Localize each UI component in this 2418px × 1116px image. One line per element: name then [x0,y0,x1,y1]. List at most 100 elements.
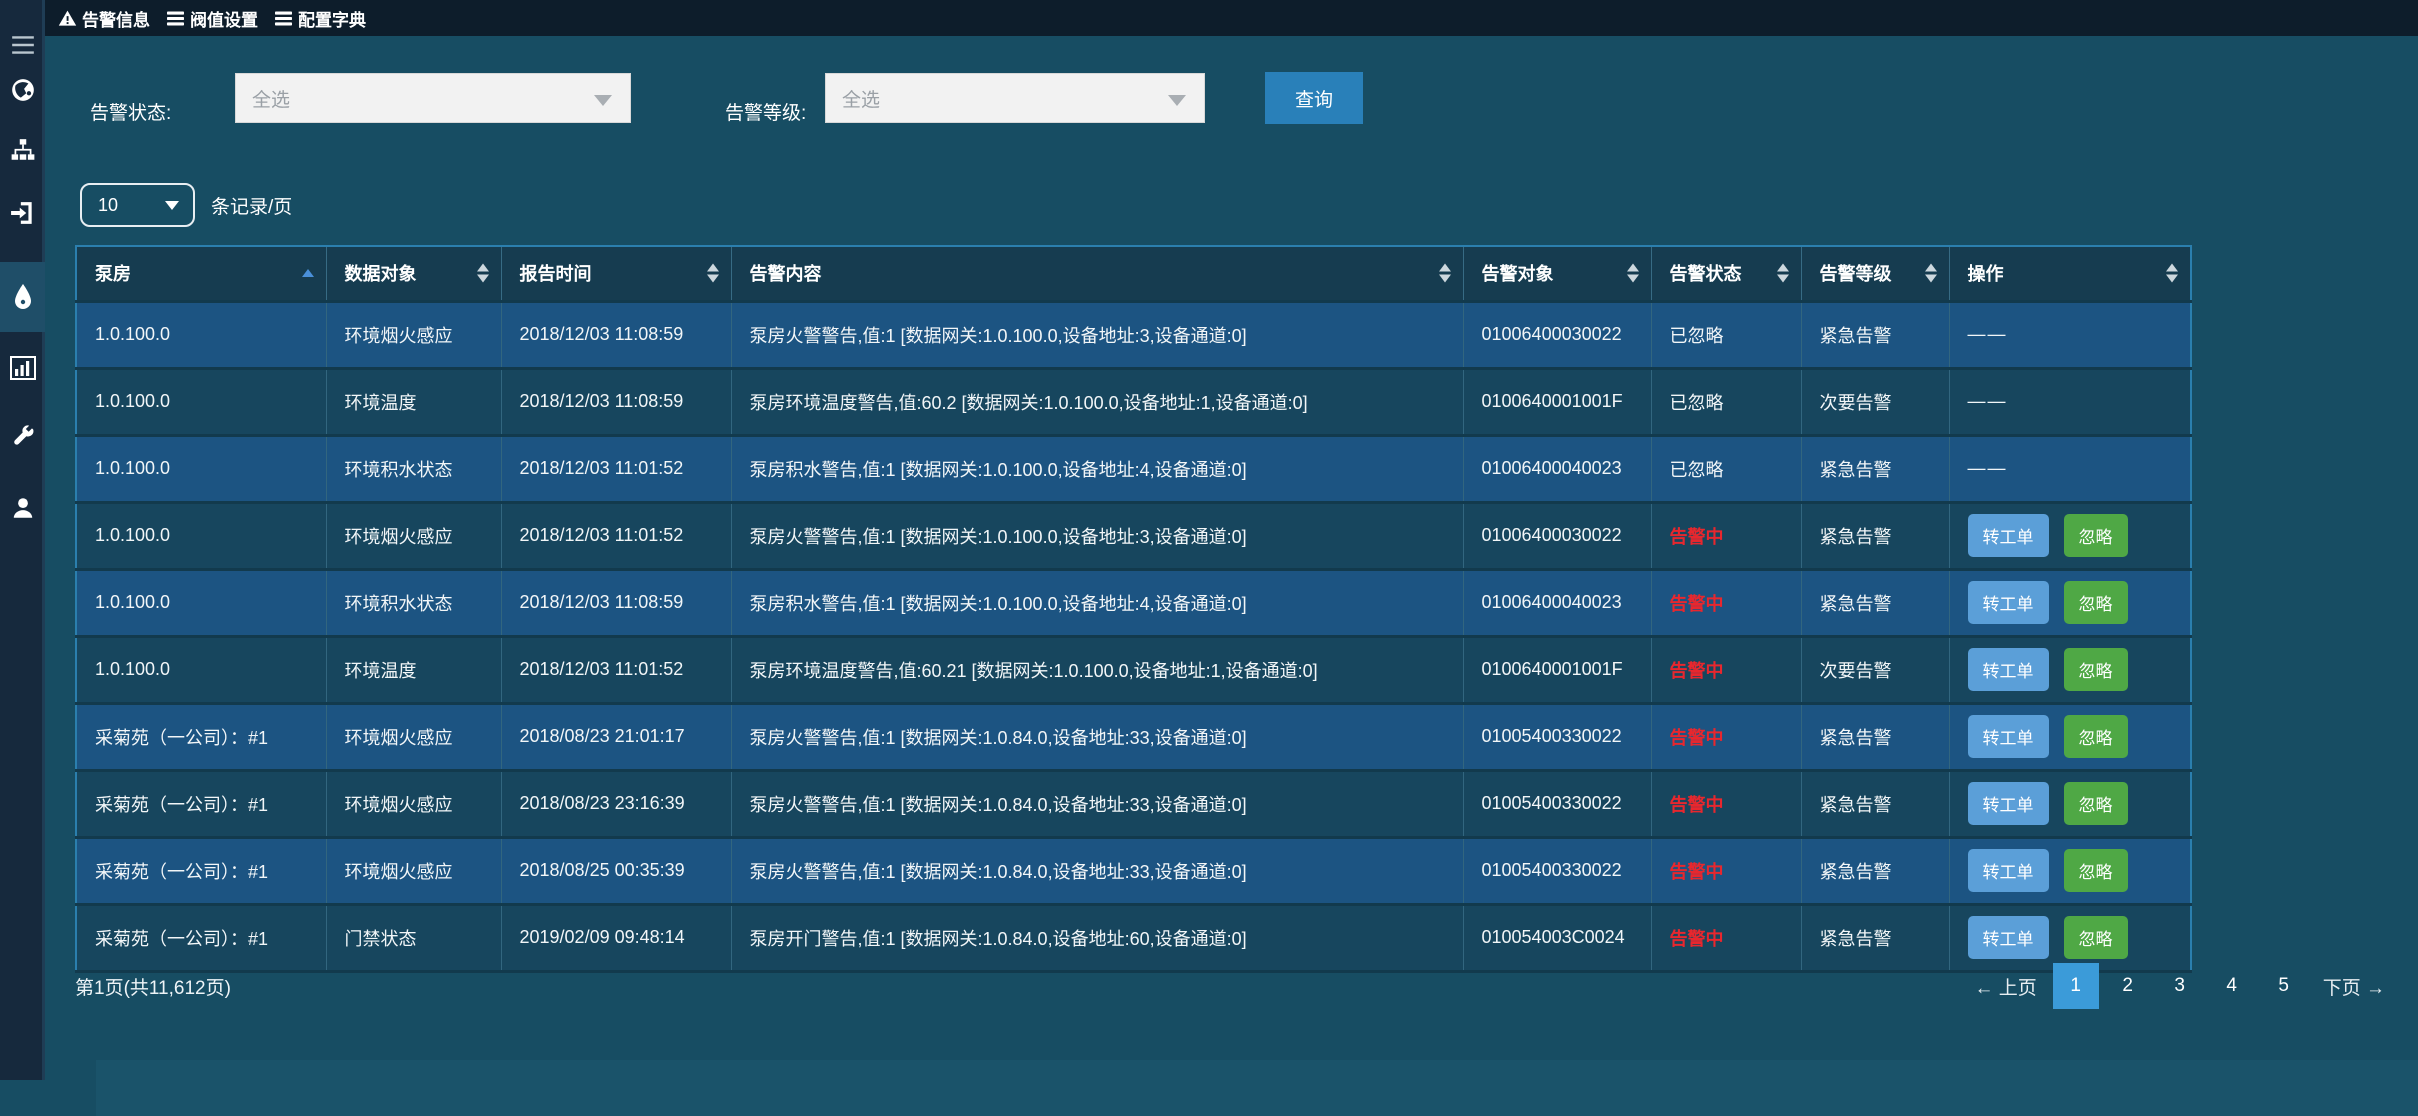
nav-threshold-settings[interactable]: 阀值设置 [166,6,258,31]
alarm-level-select[interactable]: 全选 [825,73,1205,123]
prev-page-link[interactable]: ← 上页 [1964,973,2046,1000]
table-row: 1.0.100.0 环境温度 2018/12/03 11:08:59 泵房环境温… [76,368,2191,435]
ignore-button[interactable]: 忽略 [2064,715,2128,758]
cell-pump-room: 1.0.100.0 [76,301,326,368]
ignore-button[interactable]: 忽略 [2064,916,2128,959]
wrench-icon[interactable] [0,413,45,459]
no-action-dash: —— [1968,324,2008,344]
cell-alarm-object: 01005400330022 [1463,703,1651,770]
status-badge: 告警中 [1670,728,1724,748]
water-drop-icon[interactable] [0,262,45,332]
transfer-ticket-button[interactable]: 转工单 [1968,648,2049,691]
cell-report-time: 2018/08/23 23:16:39 [501,770,731,837]
cell-alarm-status: 告警中 [1651,502,1801,569]
col-header-alarm-level[interactable]: 告警等级 [1801,246,1949,301]
menu-toggle-icon[interactable] [0,22,45,68]
cell-alarm-content: 泵房火警警告,值:1 [数据网关:1.0.100.0,设备地址:3,设备通道:0… [731,502,1463,569]
page-number-3[interactable]: 3 [2157,963,2203,1009]
transfer-ticket-button[interactable]: 转工单 [1968,514,2049,557]
page-size-select[interactable]: 10 [80,183,195,227]
table-row: 1.0.100.0 环境烟火感应 2018/12/03 11:01:52 泵房火… [76,502,2191,569]
table-row: 采菊苑（一公司）：#1 环境烟火感应 2018/08/23 23:16:39 泵… [76,770,2191,837]
status-badge: 告警中 [1670,527,1724,547]
nav-label: 阀值设置 [190,6,258,31]
ignore-button[interactable]: 忽略 [2064,782,2128,825]
nav-label: 告警信息 [82,6,150,31]
cell-data-object: 环境烟火感应 [326,770,501,837]
cell-operation: —— [1949,368,2191,435]
transfer-ticket-button[interactable]: 转工单 [1968,581,2049,624]
sort-icon [1627,264,1639,283]
col-header-operation[interactable]: 操作 [1949,246,2191,301]
cell-alarm-level: 次要告警 [1801,368,1949,435]
alarm-status-label: 告警状态: [90,86,171,136]
no-action-dash: —— [1968,458,2008,478]
cell-report-time: 2018/12/03 11:08:59 [501,569,731,636]
cell-operation: —— [1949,301,2191,368]
list-icon [166,10,185,27]
sitemap-icon[interactable] [0,127,45,173]
transfer-ticket-button[interactable]: 转工单 [1968,782,2049,825]
nav-config-dictionary[interactable]: 配置字典 [274,6,366,31]
globe-icon[interactable] [0,67,45,113]
main-content: 告警状态: 全选 告警等级: 全选 查询 10 条记录/页 泵房 数据对象 [48,36,2418,1080]
col-header-alarm-status[interactable]: 告警状态 [1651,246,1801,301]
page-number-2[interactable]: 2 [2105,963,2151,1009]
cell-data-object: 环境烟火感应 [326,837,501,904]
cell-alarm-level: 紧急告警 [1801,569,1949,636]
cell-report-time: 2018/12/03 11:01:52 [501,435,731,502]
page-number-4[interactable]: 4 [2209,963,2255,1009]
status-badge: 已忽略 [1670,326,1724,346]
status-badge: 告警中 [1670,929,1724,949]
cell-pump-room: 1.0.100.0 [76,435,326,502]
no-action-dash: —— [1968,391,2008,411]
sort-asc-icon [302,269,314,277]
sign-in-icon[interactable] [0,190,45,236]
cell-operation: 转工单 忽略 [1949,770,2191,837]
cell-report-time: 2018/12/03 11:08:59 [501,301,731,368]
nav-alarm-info[interactable]: 告警信息 [58,6,150,31]
alarm-table: 泵房 数据对象 报告时间 告警内容 告警对象 [75,245,2192,973]
col-header-report-time[interactable]: 报告时间 [501,246,731,301]
cell-pump-room: 采菊苑（一公司）：#1 [76,770,326,837]
cell-alarm-level: 紧急告警 [1801,770,1949,837]
cell-alarm-level: 紧急告警 [1801,301,1949,368]
table-row: 采菊苑（一公司）：#1 环境烟火感应 2018/08/23 21:01:17 泵… [76,703,2191,770]
user-icon[interactable] [0,485,45,531]
bar-chart-icon[interactable] [0,345,45,391]
transfer-ticket-button[interactable]: 转工单 [1968,849,2049,892]
status-badge: 告警中 [1670,594,1724,614]
col-header-alarm-content[interactable]: 告警内容 [731,246,1463,301]
transfer-ticket-button[interactable]: 转工单 [1968,715,2049,758]
cell-alarm-object: 01006400040023 [1463,569,1651,636]
col-header-data-object[interactable]: 数据对象 [326,246,501,301]
transfer-ticket-button[interactable]: 转工单 [1968,916,2049,959]
page-number-1[interactable]: 1 [2053,963,2099,1009]
cell-alarm-object: 01005400330022 [1463,770,1651,837]
chevron-down-icon [165,201,179,210]
cell-alarm-object: 01006400030022 [1463,301,1651,368]
cell-alarm-content: 泵房积水警告,值:1 [数据网关:1.0.100.0,设备地址:4,设备通道:0… [731,569,1463,636]
sort-icon [1439,264,1451,283]
col-header-pump-room[interactable]: 泵房 [76,246,326,301]
query-button[interactable]: 查询 [1265,72,1363,124]
selected-value: 全选 [842,85,880,112]
ignore-button[interactable]: 忽略 [2064,648,2128,691]
ignore-button[interactable]: 忽略 [2064,849,2128,892]
alarm-status-select[interactable]: 全选 [235,73,631,123]
cell-alarm-status: 告警中 [1651,703,1801,770]
sort-icon [707,264,719,283]
next-page-link[interactable]: 下页 → [2313,973,2395,1000]
page-number-5[interactable]: 5 [2261,963,2307,1009]
status-badge: 已忽略 [1670,393,1724,413]
bottom-strip [96,1060,2418,1116]
ignore-button[interactable]: 忽略 [2064,581,2128,624]
page-size-value: 10 [98,195,118,216]
cell-pump-room: 采菊苑（一公司）：#1 [76,837,326,904]
ignore-button[interactable]: 忽略 [2064,514,2128,557]
cell-alarm-status: 告警中 [1651,770,1801,837]
col-header-alarm-object[interactable]: 告警对象 [1463,246,1651,301]
cell-alarm-content: 泵房环境温度警告,值:60.21 [数据网关:1.0.100.0,设备地址:1,… [731,636,1463,703]
cell-alarm-level: 紧急告警 [1801,703,1949,770]
sort-icon [2166,264,2178,283]
